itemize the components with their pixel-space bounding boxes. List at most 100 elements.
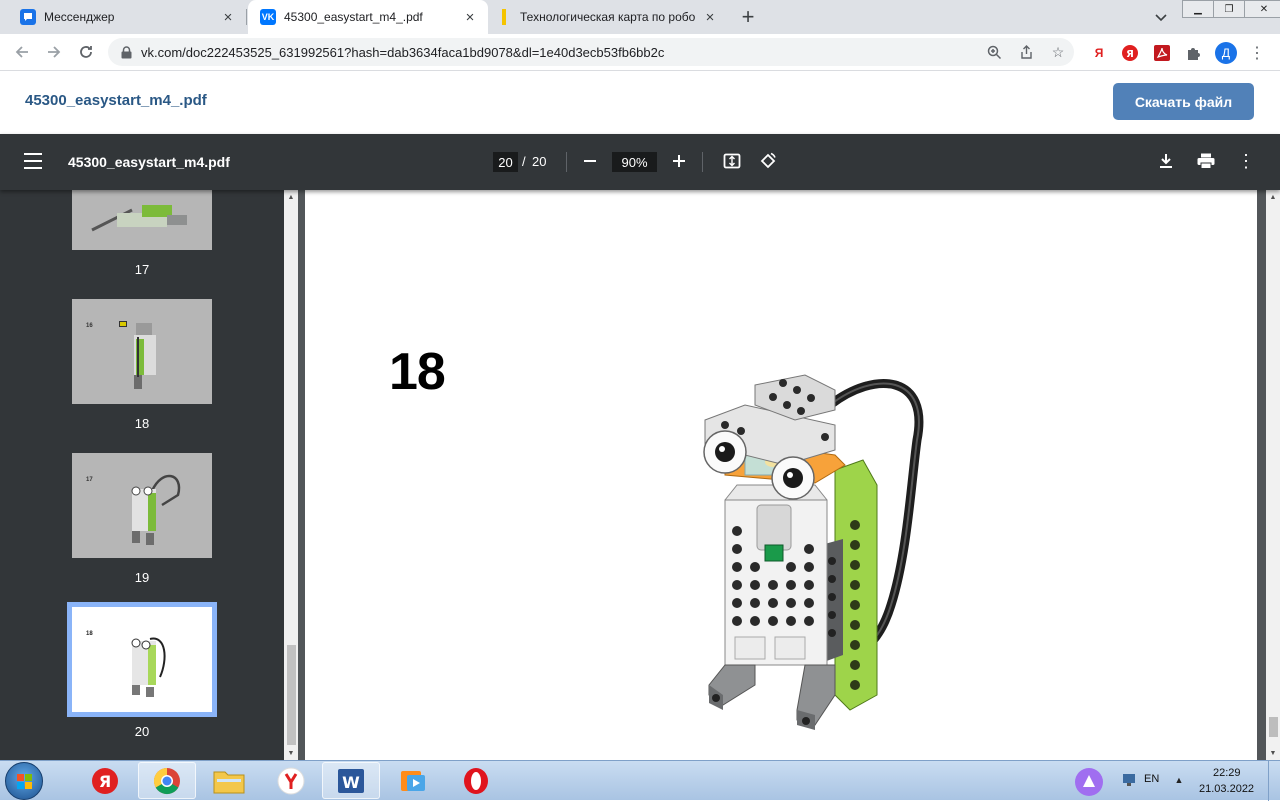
scroll-up-arrow-icon[interactable]: ▲	[284, 190, 298, 204]
page-scrollbar[interactable]: ▲ ▼	[1266, 190, 1280, 760]
page-total: 20	[532, 154, 547, 169]
media-player-icon	[401, 770, 425, 791]
sidebar-scrollbar-thumb[interactable]	[287, 645, 296, 745]
tab-tech-card[interactable]: Технологическая карта по робо ×	[490, 0, 728, 34]
alice-assistant-icon[interactable]	[1074, 767, 1104, 802]
language-indicator[interactable]: EN	[1144, 773, 1159, 785]
window-close-icon[interactable]: ✕	[1244, 0, 1280, 18]
thumbnail-label: 19	[134, 570, 150, 585]
tab-title: Технологическая карта по робо	[520, 10, 696, 24]
share-icon[interactable]	[1016, 42, 1036, 62]
zoom-in-icon[interactable]	[668, 150, 690, 172]
minimize-icon[interactable]: ▁	[1182, 0, 1214, 18]
page-scrollbar-thumb[interactable]	[1269, 717, 1278, 737]
page-thumbnail-17[interactable]	[72, 190, 212, 250]
show-desktop-button[interactable]	[1268, 761, 1280, 801]
page-separator: /	[522, 154, 526, 169]
tab-strip: Мессенджер × VK 45300_easystart_m4_.pdf …	[0, 0, 1280, 34]
clock-time[interactable]: 22:29	[1213, 767, 1241, 779]
bookmark-star-icon[interactable]: ☆	[1048, 42, 1068, 62]
step-number: 18	[389, 343, 446, 401]
scroll-down-arrow-icon[interactable]: ▼	[1266, 746, 1280, 760]
acrobat-icon[interactable]	[1152, 43, 1172, 63]
taskbar-word-app[interactable]: W	[322, 762, 380, 799]
thumbnail-image	[119, 321, 156, 389]
start-button[interactable]	[5, 762, 43, 800]
svg-text:Я: Я	[1126, 49, 1134, 60]
pdf-page: 18	[305, 190, 1257, 760]
fit-page-icon[interactable]	[721, 150, 743, 172]
close-icon[interactable]: ×	[218, 7, 238, 27]
address-bar[interactable]: vk.com/doc222453525_631992561?hash=dab36…	[108, 38, 1074, 66]
word-icon: W	[338, 768, 364, 793]
lego-model-illustration	[703, 374, 924, 730]
print-icon[interactable]	[1195, 150, 1217, 172]
opera-icon	[464, 767, 488, 794]
zoom-input[interactable]: 90%	[612, 152, 657, 172]
doc-title: 45300_easystart_m4_.pdf	[25, 92, 207, 109]
thumbnail-image	[131, 637, 166, 697]
page-thumbnail-20[interactable]: 18	[67, 602, 217, 717]
lock-icon[interactable]	[118, 44, 134, 60]
sidebar-scrollbar[interactable]: ▲ ▼	[284, 190, 298, 760]
zoom-icon[interactable]	[984, 42, 1004, 62]
tray-expand-icon[interactable]: ▲	[1172, 773, 1186, 787]
taskbar-yandex-app[interactable]: Я	[76, 762, 134, 799]
svg-text:W: W	[342, 773, 360, 792]
network-icon[interactable]	[1121, 772, 1137, 788]
toolbar-divider	[702, 152, 703, 172]
tab-messenger[interactable]: Мессенджер ×	[8, 0, 246, 34]
yandex-bar-icon[interactable]: Я	[1120, 43, 1140, 63]
taskbar-yandex-browser-app[interactable]	[262, 762, 320, 799]
chrome-icon	[153, 767, 180, 794]
clock-date[interactable]: 21.03.2022	[1199, 783, 1254, 795]
yandex-y-icon	[277, 767, 305, 794]
folder-icon	[213, 771, 245, 793]
taskbar-explorer-app[interactable]	[200, 762, 258, 799]
taskbar-opera-app[interactable]	[447, 762, 505, 799]
tab-pdf[interactable]: VK 45300_easystart_m4_.pdf ×	[248, 0, 488, 34]
browser-menu-icon[interactable]: ⋮	[1247, 42, 1267, 64]
scroll-up-arrow-icon[interactable]: ▲	[1266, 190, 1280, 204]
yandex-extension-icon[interactable]: Я	[1089, 43, 1109, 63]
reload-icon[interactable]	[73, 39, 99, 65]
new-tab-button[interactable]: +	[736, 4, 760, 29]
thumbnail-label: 18	[134, 416, 150, 431]
zoom-out-icon[interactable]	[579, 150, 601, 172]
more-options-icon[interactable]: ⋮	[1235, 150, 1257, 172]
browser-toolbar: vk.com/doc222453525_631992561?hash=dab36…	[0, 34, 1280, 71]
pdf-toolbar: 45300_easystart_m4.pdf 20 / 20 90% ⋮	[0, 134, 1280, 190]
vk-icon: VK	[260, 9, 276, 25]
svg-text:Я: Я	[99, 772, 111, 791]
extensions-puzzle-icon[interactable]	[1184, 43, 1204, 63]
back-icon[interactable]	[9, 39, 35, 65]
page-thumbnail-18[interactable]: 16	[72, 299, 212, 404]
page-number-input[interactable]: 20	[493, 152, 518, 172]
download-icon[interactable]	[1155, 150, 1177, 172]
rotate-icon[interactable]	[757, 150, 779, 172]
tab-divider	[246, 9, 247, 25]
yellow-doc-icon	[502, 9, 506, 25]
thumbnail-image	[131, 474, 181, 545]
close-icon[interactable]: ×	[700, 7, 720, 27]
menu-icon[interactable]	[24, 153, 42, 169]
tab-search-icon[interactable]	[1150, 7, 1172, 29]
taskbar-media-app[interactable]	[384, 762, 442, 799]
toolbar-divider	[566, 152, 567, 172]
thumbnail-label: 20	[134, 724, 150, 739]
close-icon[interactable]: ×	[460, 7, 480, 27]
messenger-icon	[20, 9, 36, 25]
restore-icon[interactable]: ❐	[1213, 0, 1245, 18]
windows-logo-icon	[17, 774, 32, 789]
scroll-down-arrow-icon[interactable]: ▼	[284, 746, 298, 760]
url-text: vk.com/doc222453525_631992561?hash=dab36…	[141, 45, 665, 60]
yandex-browser-icon: Я	[92, 767, 118, 794]
pdf-file-name: 45300_easystart_m4.pdf	[68, 154, 230, 170]
forward-icon[interactable]	[41, 39, 67, 65]
taskbar-chrome-app[interactable]	[138, 762, 196, 799]
thumbnail-sidebar: 17 16 18 17 19 18 20	[0, 190, 284, 760]
tab-title: Мессенджер	[44, 10, 115, 24]
profile-avatar[interactable]: Д	[1215, 42, 1237, 64]
download-file-button[interactable]: Скачать файл	[1113, 83, 1254, 120]
page-thumbnail-19[interactable]: 17	[72, 453, 212, 558]
